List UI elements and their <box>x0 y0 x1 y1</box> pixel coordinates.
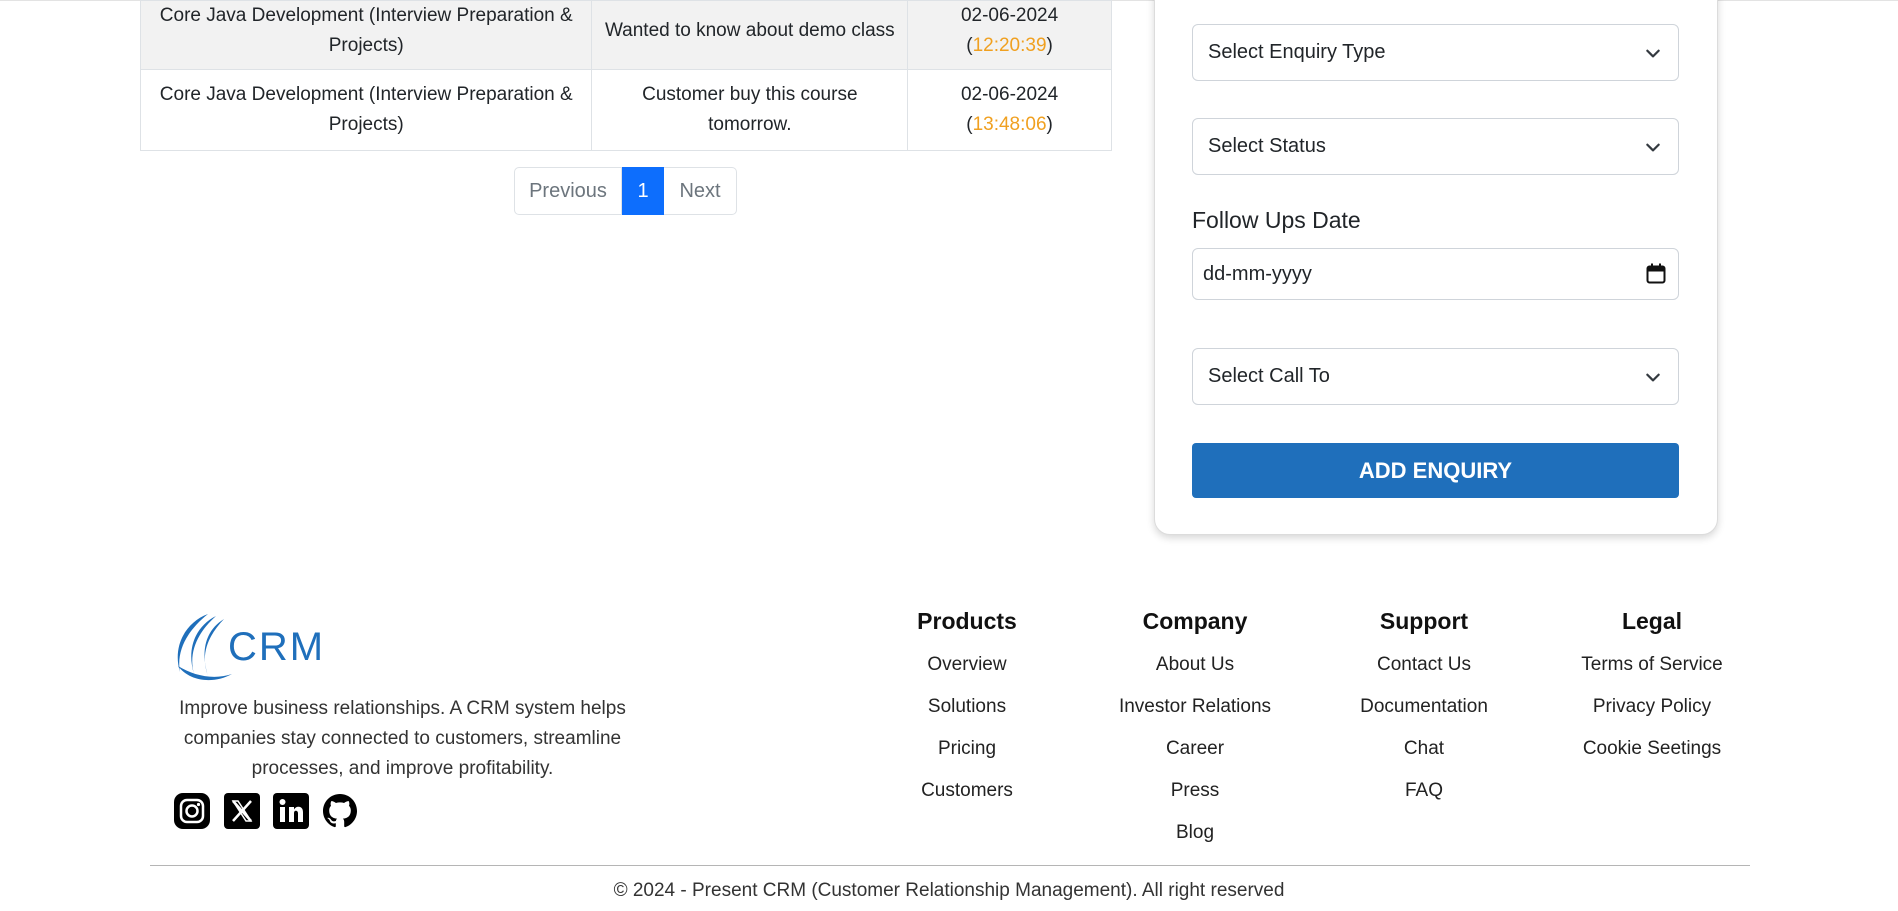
linkedin-icon[interactable] <box>273 793 309 829</box>
enquiry-type-select[interactable]: Select Enquiry Type <box>1192 24 1679 81</box>
footer-column-title: Support <box>1379 608 1469 634</box>
footer-link-terms-of-service[interactable]: Terms of Service <box>1552 644 1752 686</box>
footer-column-title: Legal <box>1621 608 1683 634</box>
footer-column-title: Company <box>1142 608 1248 634</box>
footer-column-title: Products <box>917 608 1017 634</box>
footer-column-support: Support Contact Us Documentation Chat FA… <box>1324 604 1524 812</box>
follow-ups-date-input[interactable]: dd-mm-yyyy <box>1192 248 1679 300</box>
date-text: 02-06-2024 <box>960 84 1059 105</box>
footer-divider <box>150 865 1750 866</box>
pagination: Previous 1 Next <box>514 167 737 215</box>
footer-link-privacy-policy[interactable]: Privacy Policy <box>1552 686 1752 728</box>
footer-link-cookie-settings[interactable]: Cookie Seetings <box>1552 728 1752 770</box>
footer-column-company: Company About Us Investor Relations Care… <box>1095 604 1295 854</box>
table-row: Core Java Development (Interview Prepara… <box>139 69 1112 151</box>
footer-link-solutions[interactable]: Solutions <box>867 686 1067 728</box>
call-to-select[interactable]: Select Call To <box>1192 348 1679 405</box>
footer-link-contact-us[interactable]: Contact Us <box>1324 644 1524 686</box>
copyright-text: © 2024 - Present CRM (Customer Relations… <box>613 880 1285 901</box>
page-1-button[interactable]: 1 <box>622 167 664 215</box>
time-text: 13:48:06 <box>972 114 1047 135</box>
previous-page-button[interactable]: Previous <box>514 167 622 215</box>
footer-link-career[interactable]: Career <box>1095 728 1295 770</box>
time-text: 12:20:39 <box>972 35 1047 56</box>
chevron-down-icon <box>1646 49 1660 58</box>
next-page-button[interactable]: Next <box>664 167 737 215</box>
course-cell: Core Java Development (Interview Prepara… <box>139 0 593 70</box>
footer-link-investor-relations[interactable]: Investor Relations <box>1095 686 1295 728</box>
footer-link-blog[interactable]: Blog <box>1095 812 1295 854</box>
footer-description: Improve business relationships. A CRM sy… <box>179 698 626 779</box>
footer-link-faq[interactable]: FAQ <box>1324 770 1524 812</box>
footer-link-overview[interactable]: Overview <box>867 644 1067 686</box>
footer-link-chat[interactable]: Chat <box>1324 728 1524 770</box>
follow-ups-date-label: Follow Ups Date <box>1192 207 1361 233</box>
github-icon[interactable] <box>322 793 358 829</box>
date-cell: 02-06-2024 (13:48:06) <box>907 69 1112 151</box>
call-to-value: Select Call To <box>1208 365 1330 387</box>
status-select[interactable]: Select Status <box>1192 118 1679 175</box>
chevron-down-icon <box>1646 143 1660 152</box>
course-cell: Core Java Development (Interview Prepara… <box>139 69 593 151</box>
brand-text: CRM <box>228 625 325 669</box>
footer-column-products: Products Overview Solutions Pricing Cust… <box>867 604 1067 812</box>
date-cell: 02-06-2024 (12:20:39) <box>907 0 1112 70</box>
footer-column-legal: Legal Terms of Service Privacy Policy Co… <box>1552 604 1752 770</box>
footer-link-customers[interactable]: Customers <box>867 770 1067 812</box>
chevron-down-icon <box>1646 373 1660 382</box>
status-value: Select Status <box>1208 135 1326 157</box>
remark-cell: Wanted to know about demo class <box>591 0 909 70</box>
date-placeholder: dd-mm-yyyy <box>1203 262 1312 285</box>
footer-link-press[interactable]: Press <box>1095 770 1295 812</box>
x-icon[interactable] <box>224 793 260 829</box>
enquiry-type-value: Select Enquiry Type <box>1208 41 1386 63</box>
calendar-icon[interactable] <box>1646 263 1666 285</box>
instagram-icon[interactable] <box>174 793 210 829</box>
date-text: 02-06-2024 <box>960 5 1059 26</box>
crm-logo: CRM <box>177 614 325 681</box>
footer-link-about-us[interactable]: About Us <box>1095 644 1295 686</box>
footer-link-documentation[interactable]: Documentation <box>1324 686 1524 728</box>
enquiry-history-table: Core Java Development (Interview Prepara… <box>139 0 1112 151</box>
remark-cell: Customer buy this course tomorrow. <box>591 69 909 151</box>
add-enquiry-button[interactable]: ADD ENQUIRY <box>1192 443 1679 498</box>
footer-link-pricing[interactable]: Pricing <box>867 728 1067 770</box>
table-row: Core Java Development (Interview Prepara… <box>139 0 1112 70</box>
